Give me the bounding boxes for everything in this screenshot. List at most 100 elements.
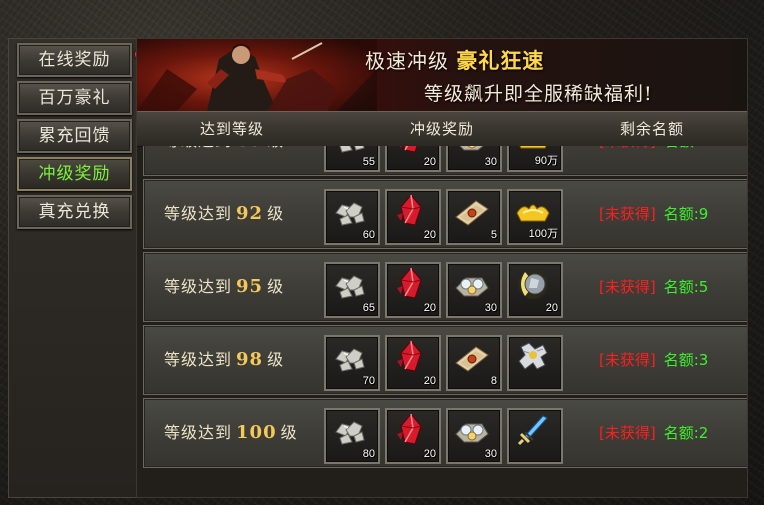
main-panel: 极速冲级 豪礼狂速 等级飙升即全服稀缺福利! 达到等级 冲级奖励 剩余名额 等级…: [136, 38, 748, 498]
reward-slot[interactable]: 55: [324, 146, 380, 172]
reward-count: 60: [362, 229, 375, 241]
level-requirement: 等级达到 89 级: [164, 146, 284, 175]
sidebar-item-label: 在线奖励: [38, 50, 111, 70]
level-number: 89: [236, 146, 263, 151]
reward-row[interactable]: 等级达到 100 级 80 20 30 [未获得] 名额:2: [143, 398, 747, 468]
sidebar: 在线奖励 百万豪礼 累充回馈 冲级奖励 真充兑换: [8, 38, 146, 498]
remaining-quota: 名额:3: [663, 351, 709, 369]
header-rewards: 冲级奖励: [409, 120, 474, 138]
reward-slot[interactable]: 20: [385, 262, 441, 318]
reward-count: 30: [484, 448, 497, 460]
reward-slot[interactable]: [507, 408, 563, 464]
sidebar-item-label: 冲级奖励: [38, 164, 111, 184]
level-suffix: 级: [267, 350, 285, 369]
reward-slot[interactable]: 8: [446, 335, 502, 391]
sidebar-item-recharge-rebate[interactable]: 累充回馈: [17, 119, 132, 153]
level-suffix: 级: [267, 277, 285, 296]
reward-slot[interactable]: 20: [507, 262, 563, 318]
reward-row[interactable]: 等级达到 92 级 60 20 5 100万 [未获得] 名额:9: [143, 179, 747, 249]
banner-title: 极速冲级 豪礼狂速: [365, 45, 544, 75]
sidebar-item-million-gift[interactable]: 百万豪礼: [17, 81, 132, 115]
level-prefix: 等级达到: [164, 350, 233, 369]
banner-title-highlight: 豪礼狂速: [456, 48, 545, 73]
reward-slot[interactable]: 20: [385, 146, 441, 172]
reward-slot[interactable]: 30: [446, 262, 502, 318]
claim-status: [未获得] 名额:5: [599, 253, 708, 321]
reward-slot[interactable]: 20: [385, 408, 441, 464]
promo-banner: 极速冲级 豪礼狂速 等级飙升即全服稀缺福利!: [137, 39, 747, 111]
status-badge: [未获得]: [599, 351, 656, 369]
claim-status: [未获得] 名额:2: [599, 399, 708, 467]
reward-slot[interactable]: 65: [324, 262, 380, 318]
reward-slot[interactable]: 80: [324, 408, 380, 464]
status-badge: [未获得]: [599, 424, 656, 442]
sidebar-item-online-reward[interactable]: 在线奖励: [17, 43, 146, 77]
level-number: 92: [236, 203, 264, 224]
level-prefix: 等级达到: [164, 423, 233, 442]
reward-count: 30: [484, 156, 497, 168]
level-suffix: 级: [267, 146, 284, 150]
level-requirement: 等级达到 98 级: [164, 326, 284, 394]
level-requirement: 等级达到 100 级: [164, 399, 298, 467]
remaining-quota: 名额:2: [663, 424, 709, 442]
reward-slot[interactable]: 20: [385, 189, 441, 245]
reward-row[interactable]: 等级达到 89 级 55 20 30 90万 [未获得] 名额:20: [143, 146, 747, 176]
sidebar-item-label: 百万豪礼: [38, 88, 111, 108]
remaining-quota: 名额:9: [663, 205, 709, 223]
level-number: 95: [236, 276, 264, 297]
reward-slot[interactable]: 90万: [507, 146, 563, 172]
reward-count: 80: [362, 448, 375, 460]
status-badge: [未获得]: [599, 205, 656, 223]
reward-slot[interactable]: 5: [446, 189, 502, 245]
reward-row[interactable]: 等级达到 95 级 65 20 30 20 [未获得] 名额:5: [143, 252, 747, 322]
reward-count: 20: [545, 302, 558, 314]
reward-count: 20: [423, 448, 436, 460]
reward-slot[interactable]: [507, 335, 563, 391]
reward-slot[interactable]: 30: [446, 146, 502, 172]
reward-count: 30: [484, 302, 497, 314]
remaining-quota: 名额:5: [663, 278, 709, 296]
banner-title-prefix: 极速冲级: [365, 49, 449, 73]
level-prefix: 等级达到: [164, 277, 233, 296]
level-number: 100: [236, 422, 277, 443]
reward-count: 100万: [528, 228, 558, 240]
level-requirement: 等级达到 95 级: [164, 253, 284, 321]
header-level: 达到等级: [199, 120, 264, 138]
header-remaining: 剩余名额: [619, 120, 684, 138]
table-header: 达到等级 冲级奖励 剩余名额: [137, 111, 747, 147]
reward-slot[interactable]: 20: [385, 335, 441, 391]
reward-row[interactable]: 等级达到 98 级 70 20 8 [未获得] 名额:3: [143, 325, 747, 395]
claim-status: [未获得] 名额:3: [599, 326, 708, 394]
reward-slot[interactable]: 70: [324, 335, 380, 391]
claim-status: [未获得] 名额:9: [599, 180, 708, 248]
level-prefix: 等级达到: [164, 146, 232, 150]
reward-count: 5: [490, 229, 497, 241]
status-badge: [未获得]: [599, 278, 656, 296]
level-requirement: 等级达到 92 级: [164, 180, 284, 248]
reward-slot[interactable]: 30: [446, 408, 502, 464]
claim-status: [未获得] 名额:20: [599, 146, 718, 175]
sidebar-item-real-recharge-exchange[interactable]: 真充兑换: [17, 195, 132, 229]
level-prefix: 等级达到: [164, 204, 233, 223]
reward-count: 20: [423, 375, 436, 387]
reward-slot[interactable]: 100万: [507, 189, 563, 245]
status-badge: [未获得]: [599, 146, 656, 150]
level-suffix: 级: [280, 423, 298, 442]
level-number: 98: [236, 349, 264, 370]
remaining-quota: 名额:20: [664, 146, 718, 150]
reward-count: 20: [423, 302, 436, 314]
reward-count: 20: [423, 229, 436, 241]
reward-list[interactable]: 等级达到89级55203090万[未获得]名额:20等级达到92级6020510…: [137, 146, 747, 497]
reward-count: 8: [490, 375, 497, 387]
sidebar-item-label: 累充回馈: [38, 126, 111, 146]
reward-count: 65: [362, 302, 375, 314]
reward-count: 70: [362, 375, 375, 387]
sidebar-item-label: 真充兑换: [38, 202, 111, 222]
warrior-art: [137, 39, 377, 111]
reward-count: 55: [362, 156, 375, 168]
reward-count: 90万: [534, 155, 558, 167]
reward-slot[interactable]: 60: [324, 189, 380, 245]
sidebar-item-level-reward[interactable]: 冲级奖励: [17, 157, 132, 191]
banner-subtitle: 等级飙升即全服稀缺福利!: [424, 83, 653, 105]
level-suffix: 级: [267, 204, 285, 223]
